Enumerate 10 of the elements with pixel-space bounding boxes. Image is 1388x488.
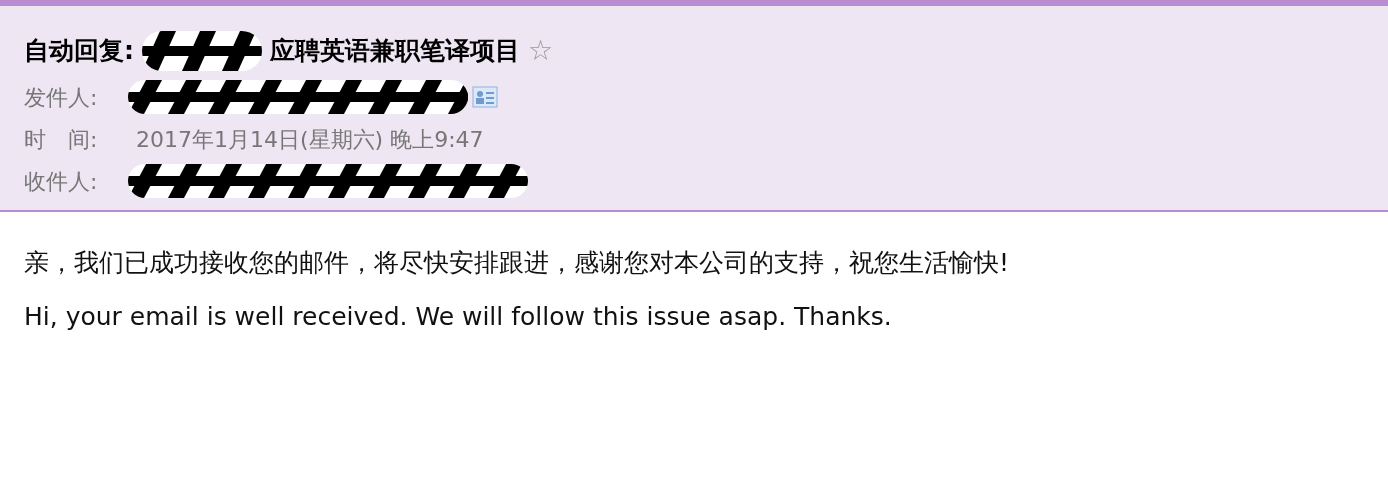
message-paragraph: 亲，我们已成功接收您的邮件，将尽快安排跟进，感谢您对本公司的支持，祝您生活愉快! [24, 247, 1011, 279]
field-label: 收件人: [24, 167, 99, 196]
message-paragraph: Hi, your email is well received. We will follow this issue asap. Thanks. [24, 300, 893, 333]
subject-prefix: 自动回复: [24, 35, 134, 68]
field-label: 发件人: [24, 83, 99, 112]
contact-card-icon[interactable] [472, 86, 498, 108]
sent-time: 2017年1月14日(星期六) 晚上9:47 [136, 125, 484, 154]
star-toggle[interactable]: ☆ [528, 30, 554, 72]
email-subject: 应聘英语兼职笔译项目 [270, 35, 520, 68]
field-label: 时 间: [24, 125, 99, 154]
